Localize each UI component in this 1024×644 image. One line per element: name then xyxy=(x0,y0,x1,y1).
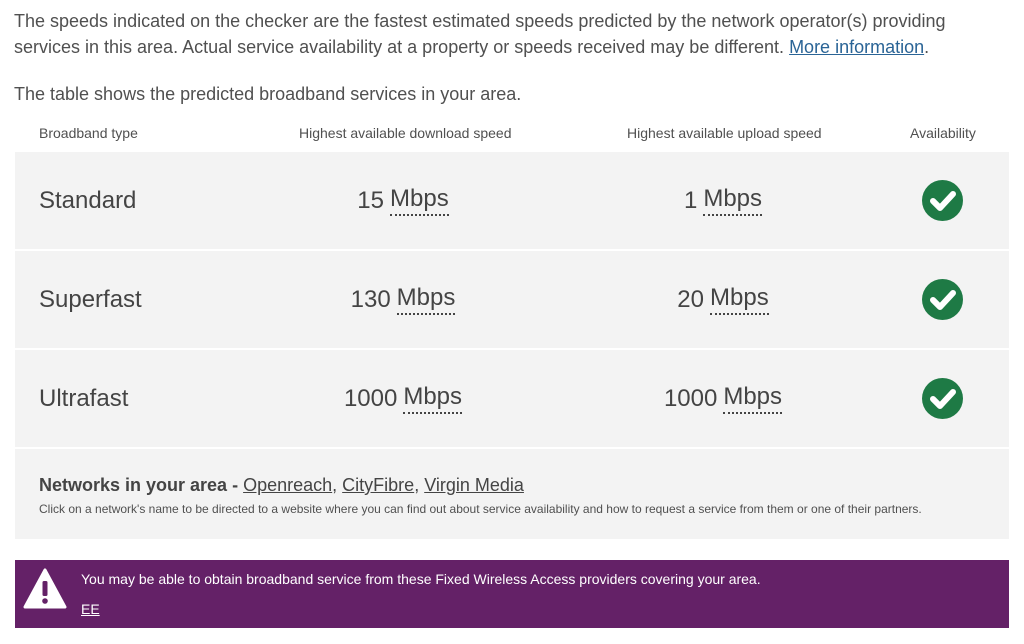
unit-abbr[interactable]: Mbps xyxy=(703,185,763,216)
download-speed: 130 Mbps xyxy=(253,251,553,348)
fixed-wireless-banner: You may be able to obtain broadband serv… xyxy=(15,560,1009,628)
table-row: Superfast 130 Mbps 20 Mbps xyxy=(15,251,1009,348)
warning-icon xyxy=(23,568,67,615)
table-header: Broadband type Highest available downloa… xyxy=(15,122,1009,152)
available-check-icon xyxy=(922,279,963,320)
header-upload: Highest available upload speed xyxy=(627,125,822,141)
table-row: Ultrafast 1000 Mbps 1000 Mbps xyxy=(15,350,1009,447)
upload-value: 20 xyxy=(677,285,704,313)
broadband-type: Standard xyxy=(39,186,137,214)
upload-speed: 20 Mbps xyxy=(573,251,873,348)
networks-heading: Networks in your area - xyxy=(39,475,239,495)
unit-abbr[interactable]: Mbps xyxy=(396,284,456,315)
broadband-type: Superfast xyxy=(39,285,142,313)
header-availability: Availability xyxy=(910,125,976,141)
more-information-link[interactable]: More information xyxy=(789,37,924,57)
upload-value: 1 xyxy=(683,186,698,214)
table-row: Standard 15 Mbps 1 Mbps xyxy=(15,152,1009,249)
unit-abbr[interactable]: Mbps xyxy=(403,383,463,414)
table-caption: The table shows the predicted broadband … xyxy=(14,84,522,104)
upload-value: 1000 xyxy=(663,384,718,412)
download-speed: 1000 Mbps xyxy=(253,350,553,447)
download-value: 130 xyxy=(350,285,391,313)
provider-link-ee[interactable]: EE xyxy=(81,601,100,617)
network-link-virgin-media[interactable]: Virgin Media xyxy=(424,475,524,495)
header-download: Highest available download speed xyxy=(299,125,512,141)
upload-speed: 1000 Mbps xyxy=(573,350,873,447)
networks-panel: Networks in your area - Openreach, CityF… xyxy=(15,449,1009,539)
fwa-message: You may be able to obtain broadband serv… xyxy=(81,571,761,587)
networks-note: Click on a network's name to be directed… xyxy=(39,502,922,516)
download-value: 1000 xyxy=(343,384,398,412)
intro-suffix: . xyxy=(924,37,930,57)
header-broadband-type: Broadband type xyxy=(39,125,138,141)
network-link-openreach[interactable]: Openreach xyxy=(243,475,332,495)
available-check-icon xyxy=(922,180,963,221)
networks-line: Networks in your area - Openreach, CityF… xyxy=(39,475,524,495)
download-value: 15 xyxy=(357,186,384,214)
available-check-icon xyxy=(922,378,963,419)
broadband-table: Broadband type Highest available downloa… xyxy=(15,122,1009,539)
unit-abbr[interactable]: Mbps xyxy=(710,284,769,315)
network-link-cityfibre[interactable]: CityFibre xyxy=(342,475,414,495)
broadband-type: Ultrafast xyxy=(39,384,129,412)
unit-abbr[interactable]: Mbps xyxy=(723,383,783,414)
intro-text: The speeds indicated on the checker are … xyxy=(14,8,1010,60)
download-speed: 15 Mbps xyxy=(253,152,553,249)
upload-speed: 1 Mbps xyxy=(573,152,873,249)
unit-abbr[interactable]: Mbps xyxy=(390,185,449,216)
